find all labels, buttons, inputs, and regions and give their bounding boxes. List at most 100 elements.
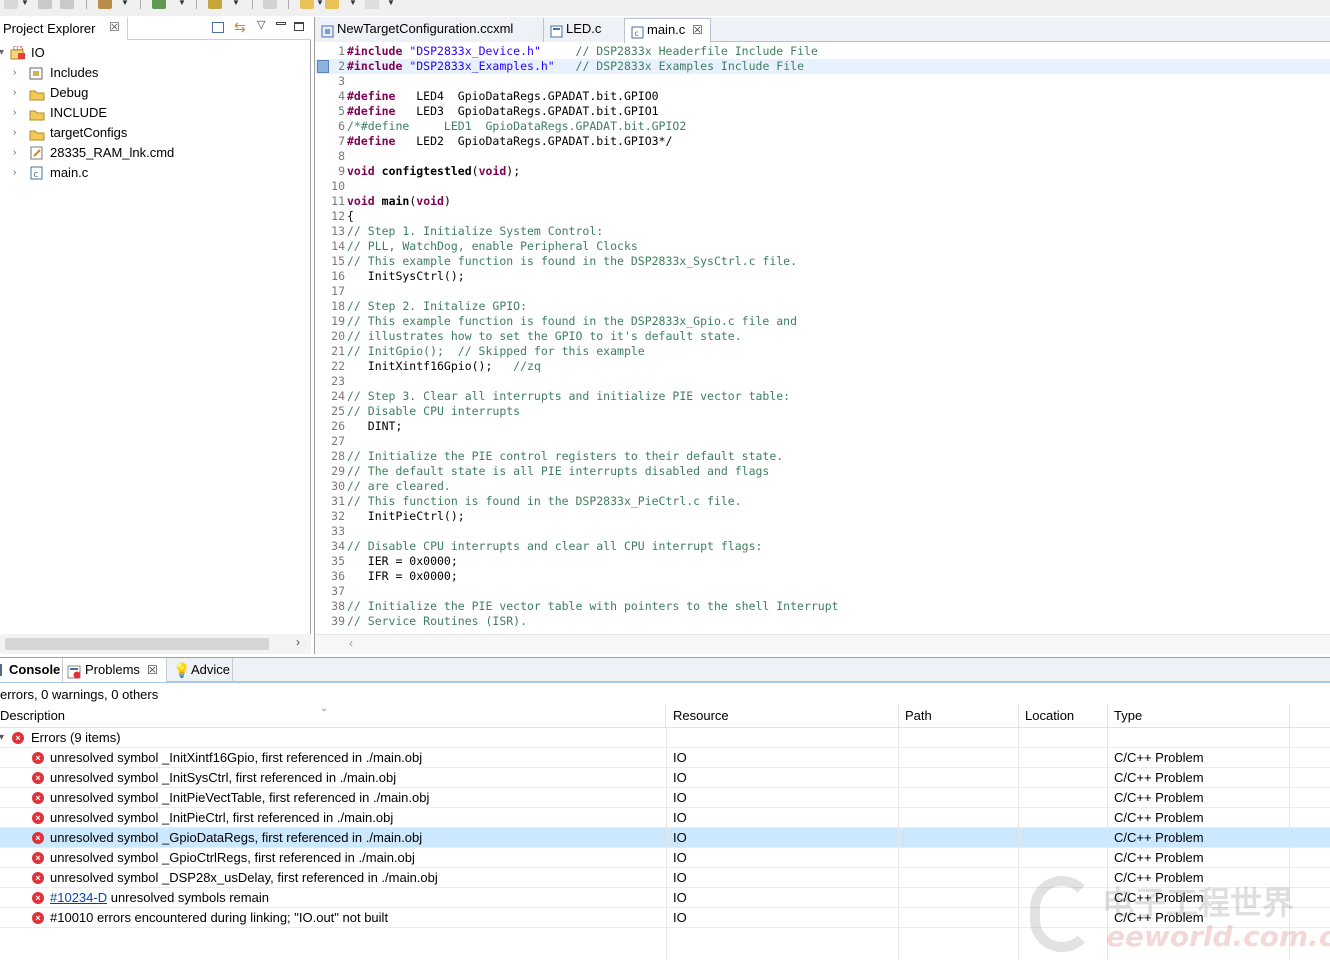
collapsed-chevron-icon[interactable]: › [13,163,16,183]
debug-dropdown-icon[interactable]: ▼ [178,0,186,7]
code-line[interactable]: 20// illustrates how to set the GPIO to … [315,329,1330,344]
table-row[interactable]: × unresolved symbol _InitPieCtrl, first r… [0,808,1330,828]
collapsed-chevron-icon[interactable]: › [13,63,16,83]
code-line[interactable]: 4 #define LED4 GpioDataRegs.GPADAT.bit.GP… [315,89,1330,104]
code-line[interactable]: 17 [315,284,1330,299]
code-line[interactable]: 3 [315,74,1330,89]
code-line[interactable]: 12{ [315,209,1330,224]
code-line[interactable]: 34// Disable CPU interrupts and clear al… [315,539,1330,554]
code-line[interactable]: 1 #include "DSP2833x_Device.h" // DSP2833… [315,44,1330,59]
tab-main-c[interactable]: c main.c ☒ [624,18,711,43]
scroll-right-arrow-icon[interactable]: › [296,635,300,649]
code-line[interactable]: 27 [315,434,1330,449]
collapsed-chevron-icon[interactable]: › [13,123,16,143]
expand-chevron-icon[interactable]: ▾ [0,728,4,748]
save-icon[interactable] [38,0,52,9]
code-line[interactable]: 25// Disable CPU interrupts [315,404,1330,419]
debug-bug-icon[interactable] [152,0,166,9]
error-group-row[interactable]: ▾ × Errors (9 items) [0,728,1330,748]
column-header-type[interactable]: Type [1108,704,1290,728]
flash-dropdown-icon[interactable]: ▼ [232,0,240,7]
scrollbar-thumb[interactable] [5,638,269,650]
new-dropdown-icon[interactable]: ▼ [21,0,29,7]
tab-led-c[interactable]: LED.c [544,18,625,42]
code-line[interactable]: 23 [315,374,1330,389]
code-line[interactable]: 24// Step 3. Clear all interrupts and in… [315,389,1330,404]
code-line[interactable]: 37 [315,584,1330,599]
forward-arrow-icon[interactable] [325,0,339,9]
close-icon[interactable]: ☒ [109,20,120,34]
table-row[interactable]: × unresolved symbol _GpioCtrlRegs, first … [0,848,1330,868]
column-header-resource[interactable]: Resource [667,704,899,728]
table-row[interactable]: × unresolved symbol _GpioDataRegs, first … [0,828,1330,848]
tab-advice[interactable]: 💡 Advice [167,658,233,682]
scroll-left-arrow-icon[interactable]: ‹ [349,636,353,650]
next-arrow-icon[interactable] [365,0,379,9]
column-header-path[interactable]: Path [899,704,1019,728]
code-line[interactable]: 38// Initialize the PIE vector table wit… [315,599,1330,614]
collapsed-chevron-icon[interactable]: › [13,103,16,123]
column-header-description[interactable]: Description ⌄ [0,703,666,728]
code-line[interactable]: 29// The default state is all PIE interr… [315,464,1330,479]
flash-icon[interactable] [208,0,222,9]
tab-project-explorer[interactable]: Project Explorer ☒ [0,17,128,40]
save-all-icon[interactable] [60,0,74,9]
code-line[interactable]: 26 DINT; [315,419,1330,434]
minimize-icon[interactable] [276,22,286,25]
table-row[interactable]: × #10010 errors encountered during linkin… [0,908,1330,928]
code-line[interactable]: 36 IFR = 0x0000; [315,569,1330,584]
code-line[interactable]: 22 InitXintf16Gpio(); //zq [315,359,1330,374]
terminal-icon[interactable] [263,0,277,9]
bookmark-marker-icon[interactable] [317,60,329,73]
table-row[interactable]: × #10234-D unresolved symbols remain IO C/C… [0,888,1330,908]
code-line[interactable]: 14// PLL, WatchDog, enable Peripheral Cl… [315,239,1330,254]
collapsed-chevron-icon[interactable]: › [13,143,16,163]
code-line[interactable]: 28// Initialize the PIE control register… [315,449,1330,464]
code-line[interactable]: 33 [315,524,1330,539]
code-line[interactable]: 13// Step 1. Initialize System Control: [315,224,1330,239]
close-icon[interactable]: ☒ [147,658,158,682]
table-row[interactable]: × unresolved symbol _DSP28x_usDelay, firs… [0,868,1330,888]
code-line[interactable]: 30// are cleared. [315,479,1330,494]
code-line[interactable]: 7 #define LED2 GpioDataRegs.GPADAT.bit.GP… [315,134,1330,149]
maximize-icon[interactable] [294,22,304,31]
explorer-horizontal-scrollbar[interactable]: › [0,634,311,654]
table-row[interactable]: × unresolved symbol _InitSysCtrl, first r… [0,768,1330,788]
forward-dropdown-icon[interactable]: ▼ [349,0,357,7]
code-line[interactable]: 18// Step 2. Initalize GPIO: [315,299,1330,314]
code-line[interactable]: 32 InitPieCtrl(); [315,509,1330,524]
error-code-link[interactable]: #10234-D [50,890,107,905]
build-dropdown-icon[interactable]: ▼ [121,0,129,7]
code-line[interactable]: 21// InitGpio(); // Skipped for this exa… [315,344,1330,359]
code-line[interactable]: 19// This example function is found in t… [315,314,1330,329]
expand-chevron-icon[interactable]: ▾ [0,43,4,63]
new-icon[interactable] [4,0,18,9]
column-header-location[interactable]: Location [1019,704,1108,728]
code-line[interactable]: 6/*#define LED1 GpioDataRegs.GPADAT.bit.… [315,119,1330,134]
tab-console[interactable]: Console [0,658,63,682]
code-line[interactable]: 8 [315,149,1330,164]
tab-problems[interactable]: Problems ☒ [63,658,167,682]
editor-horizontal-scrollbar[interactable]: ‹ [315,634,1330,654]
code-line[interactable]: 31// This function is found in the DSP28… [315,494,1330,509]
code-line[interactable]: 5 #define LED3 GpioDataRegs.GPADAT.bit.GP… [315,104,1330,119]
code-line[interactable]: 10 [315,179,1330,194]
code-line[interactable]: 2 #include "DSP2833x_Examples.h" // DSP28… [315,59,1330,74]
collapse-all-icon[interactable] [212,22,224,33]
code-line[interactable]: 9 void configtestled(void); [315,164,1330,179]
collapsed-chevron-icon[interactable]: › [13,83,16,103]
link-with-editor-icon[interactable]: ⇆ [234,19,246,36]
close-icon[interactable]: ☒ [692,19,703,41]
back-arrow-icon[interactable] [300,0,314,9]
build-hammer-icon[interactable] [98,0,112,9]
table-row[interactable]: × unresolved symbol _InitXintf16Gpio, fir… [0,748,1330,768]
back-dropdown-icon[interactable]: ▼ [316,0,324,7]
next-dropdown-icon[interactable]: ▼ [387,0,395,7]
code-line[interactable]: 39// Service Routines (ISR). [315,614,1330,629]
code-line[interactable]: 15// This example function is found in t… [315,254,1330,269]
code-line[interactable]: 11 void main(void) [315,194,1330,209]
table-row[interactable]: × unresolved symbol _InitPieVectTable, fi… [0,788,1330,808]
code-line[interactable]: 16 InitSysCtrl(); [315,269,1330,284]
view-menu-icon[interactable]: ▽ [257,18,265,31]
code-line[interactable]: 35 IER = 0x0000; [315,554,1330,569]
